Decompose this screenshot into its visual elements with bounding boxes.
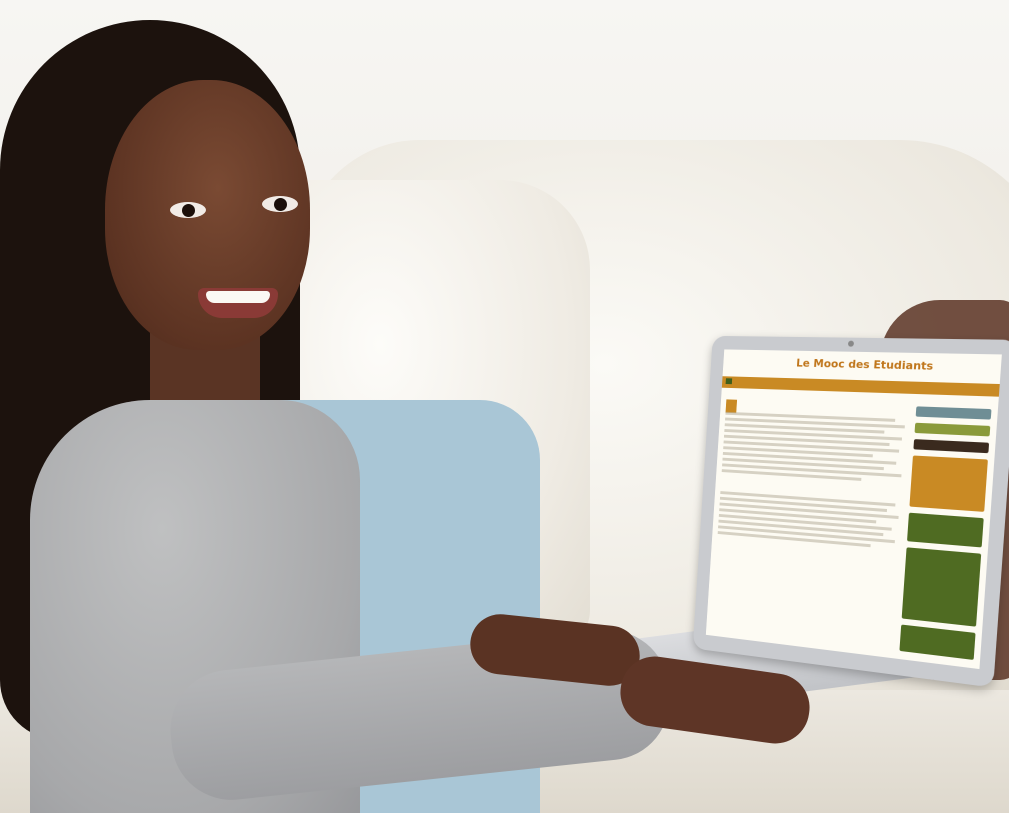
- post-column: [711, 396, 912, 657]
- sidebar-block-4: [909, 455, 988, 512]
- webcam-icon: [847, 340, 855, 347]
- photo-scene: Le Mooc des Etudiants: [0, 0, 1009, 813]
- sidebar-block-7: [899, 624, 976, 660]
- sidebar-block-1: [915, 406, 992, 420]
- laptop-display: Le Mooc des Etudiants: [705, 349, 1002, 670]
- sidebar-block-5: [907, 512, 984, 548]
- home-tab: [725, 378, 733, 385]
- laptop-screen-lid: Le Mooc des Etudiants: [692, 335, 1009, 688]
- sidebar-block-3: [913, 439, 990, 454]
- site-banner-bar: [721, 376, 1000, 397]
- right-eye: [262, 196, 298, 212]
- site-title: Le Mooc des Etudiants: [795, 356, 934, 373]
- teeth: [206, 291, 270, 303]
- left-eye: [170, 202, 206, 218]
- sidebar-block-2: [914, 422, 991, 437]
- sidebar-block-6: [901, 547, 982, 627]
